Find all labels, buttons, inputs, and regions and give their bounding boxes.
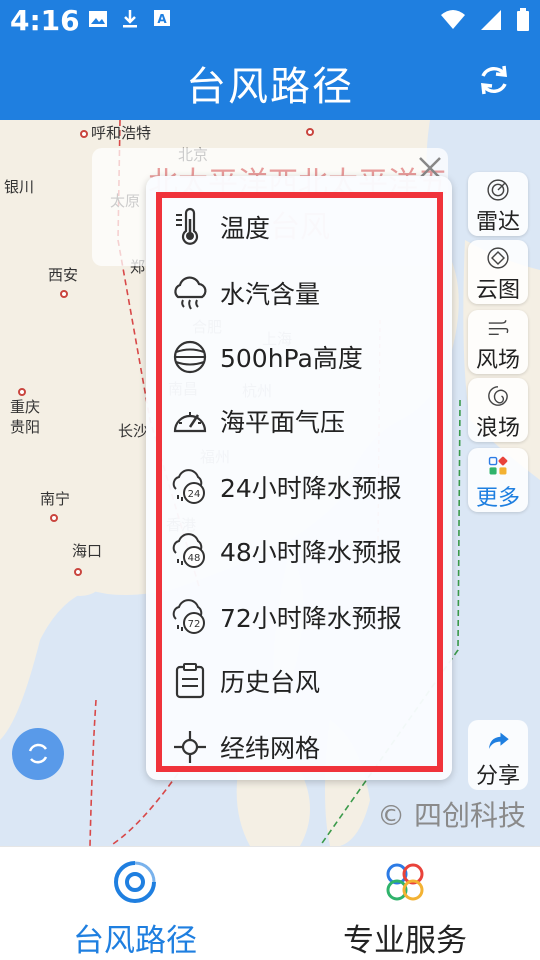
vapor-icon xyxy=(174,276,207,310)
wind-icon xyxy=(488,320,509,336)
wind-label: 风场 xyxy=(475,348,520,373)
gallery-icon xyxy=(88,8,108,30)
menu-item-rain-72[interactable]: 72 72小时降水预报 xyxy=(170,592,402,642)
refresh-icon[interactable] xyxy=(476,62,512,98)
city-label: 海口 xyxy=(72,542,103,560)
locate-button[interactable] xyxy=(12,728,64,780)
menu-item-500hpa[interactable]: 500hPa高度 xyxy=(170,332,363,382)
city-label: 南宁 xyxy=(40,490,71,508)
city-label xyxy=(74,562,85,580)
menu-item-label: 72小时降水预报 xyxy=(220,604,402,633)
share-icon xyxy=(488,732,509,750)
crosshair-icon xyxy=(174,731,206,763)
rain-24-icon: 24 xyxy=(172,469,205,504)
wind-button[interactable]: 风场 xyxy=(468,310,528,374)
tab-label: 台风路径 xyxy=(73,923,197,959)
city-label xyxy=(306,122,317,140)
status-bar: 4:16 A xyxy=(0,0,540,42)
city-label: 贵阳 xyxy=(10,418,41,436)
menu-item-rain-48[interactable]: 48 48小时降水预报 xyxy=(170,526,402,576)
menu-item-pressure[interactable]: 海平面气压 xyxy=(170,396,345,446)
menu-item-label: 温度 xyxy=(220,214,271,243)
menu-item-label: 海平面气压 xyxy=(220,408,346,437)
watermark: © 四创科技 xyxy=(377,799,526,832)
more-label: 更多 xyxy=(475,486,520,511)
city-label: 呼和浩特 xyxy=(80,122,151,143)
bottom-tab-bar: 台风路径 专业服务 xyxy=(0,846,540,960)
more-button[interactable]: 更多 xyxy=(468,448,528,512)
city-label xyxy=(50,508,61,526)
typhoon-icon xyxy=(114,861,156,903)
share-button[interactable]: 分享 xyxy=(468,720,528,790)
city-label: 重庆 xyxy=(10,398,41,416)
satellite-label: 云图 xyxy=(475,278,520,303)
menu-item-label: 历史台风 xyxy=(220,668,321,697)
rain-72-badge: 72 xyxy=(188,619,201,630)
svg-text:A: A xyxy=(157,12,167,26)
share-label: 分享 xyxy=(475,764,520,789)
wifi-icon xyxy=(440,9,466,35)
menu-item-grid[interactable]: 经纬网格 xyxy=(170,722,320,772)
city-label: 西安 xyxy=(48,266,79,284)
tab-pro-service[interactable]: 专业服务 xyxy=(270,847,540,960)
menu-item-label: 500hPa高度 xyxy=(220,344,363,373)
menu-item-history[interactable]: 历史台风 xyxy=(170,656,320,706)
menu-item-temperature[interactable]: 温度 xyxy=(170,202,270,252)
globe-icon xyxy=(173,340,207,374)
satellite-button[interactable]: 云图 xyxy=(468,240,528,304)
menu-item-vapor[interactable]: 水汽含量 xyxy=(170,268,320,318)
radar-label: 雷达 xyxy=(475,210,520,235)
city-label: 长沙 xyxy=(118,422,149,440)
menu-item-label: 24小时降水预报 xyxy=(220,474,402,503)
signal-icon xyxy=(480,9,502,35)
status-time: 4:16 xyxy=(10,4,80,37)
app-bar: 台风路径 xyxy=(0,42,540,120)
battery-icon xyxy=(516,8,530,36)
thermometer-icon xyxy=(176,207,199,245)
radar-button[interactable]: 雷达 xyxy=(468,172,528,236)
rain-24-badge: 24 xyxy=(188,489,201,500)
satellite-icon xyxy=(487,247,509,269)
tab-typhoon-path[interactable]: 台风路径 xyxy=(0,847,270,960)
tab-label: 专业服务 xyxy=(343,923,467,959)
rain-72-icon: 72 xyxy=(172,599,205,634)
rain-48-badge: 48 xyxy=(188,553,201,564)
page-title: 台风路径 xyxy=(186,64,354,110)
city-label xyxy=(60,284,71,302)
wave-label: 浪场 xyxy=(475,416,520,441)
menu-item-label: 经纬网格 xyxy=(220,734,321,763)
rain-48-icon: 48 xyxy=(172,533,205,568)
menu-item-rain-24[interactable]: 24 24小时降水预报 xyxy=(170,462,402,512)
menu-item-label: 48小时降水预报 xyxy=(220,538,402,567)
wave-icon xyxy=(488,386,508,406)
radar-icon xyxy=(487,179,509,201)
gauge-icon xyxy=(173,412,207,433)
city-label: 银川 xyxy=(4,178,35,196)
grid-icon xyxy=(488,456,508,475)
font-a-icon: A xyxy=(152,8,172,30)
sync-icon xyxy=(28,743,48,764)
menu-item-label: 水汽含量 xyxy=(220,280,321,309)
clover-icon xyxy=(386,863,424,901)
wave-button[interactable]: 浪场 xyxy=(468,378,528,442)
history-icon xyxy=(175,663,205,699)
download-icon xyxy=(120,8,140,30)
